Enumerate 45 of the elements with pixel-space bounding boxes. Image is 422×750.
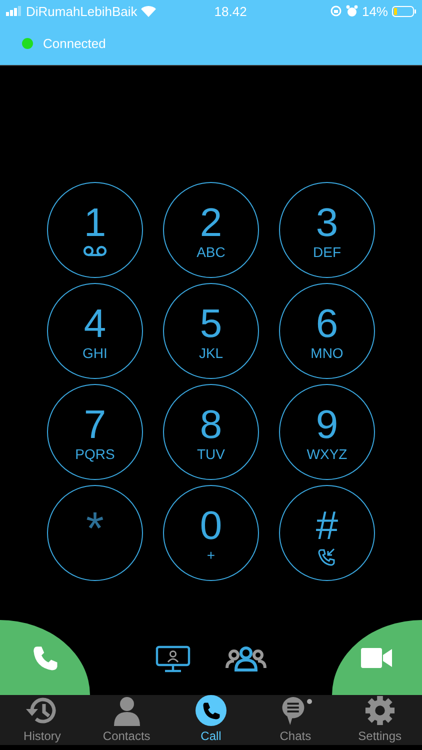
dial-key[interactable]: 0 + [163,485,259,581]
group-icon[interactable] [225,646,267,672]
dial-key[interactable]: 6 MNO [279,283,375,379]
clock-time: 18.42 [214,4,247,18]
dial-key[interactable]: 3 DEF [279,182,375,278]
key-letters: WXYZ [306,447,348,462]
battery-icon [392,6,416,16]
phone-icon [31,644,59,672]
key-letters: DEF [313,245,341,260]
key-letters: GHI [82,346,108,361]
dial-key[interactable]: 2 ABC [163,182,259,278]
alarm-icon [346,5,358,17]
screen-share-icon[interactable] [155,645,191,673]
incoming-call-icon [318,548,336,566]
tab[interactable]: Chats [253,695,338,745]
key-letters: MNO [310,346,344,361]
carrier-name: DiRumahLebihBaik [26,4,138,18]
connection-status: Connected [43,36,106,51]
settings-icon[interactable] [364,695,396,726]
tab[interactable]: Contacts [84,695,169,745]
key-letters: JKL [198,346,224,361]
battery-percentage: 14% [362,4,388,18]
person-icon[interactable] [112,696,142,726]
tab[interactable]: History [0,695,84,745]
dial-key[interactable]: 7 PQRS [47,384,143,480]
key-letters: PQRS [75,447,115,462]
dial-key[interactable]: * [47,485,143,581]
dial-key[interactable]: 4 GHI [47,283,143,379]
key-letters: + [206,548,216,563]
dial-key[interactable]: 8 TUV [163,384,259,480]
rotation-lock-icon [330,5,342,17]
signal-icon [6,6,22,16]
dial-key[interactable]: # [279,485,375,581]
key-letters: TUV [197,447,225,462]
tab[interactable]: Settings [338,695,422,745]
wifi-icon [141,6,156,16]
history-icon[interactable] [26,696,58,726]
dial-key[interactable]: 9 WXYZ [279,384,375,480]
phone-icon[interactable] [195,695,228,726]
key-letters: ABC [196,245,226,260]
dial-key[interactable]: 5 JKL [163,283,259,379]
video-camera-icon [361,646,393,668]
tab[interactable]: Call [168,695,254,745]
voicemail-icon [83,245,107,257]
dial-key[interactable]: 1 [47,182,143,278]
